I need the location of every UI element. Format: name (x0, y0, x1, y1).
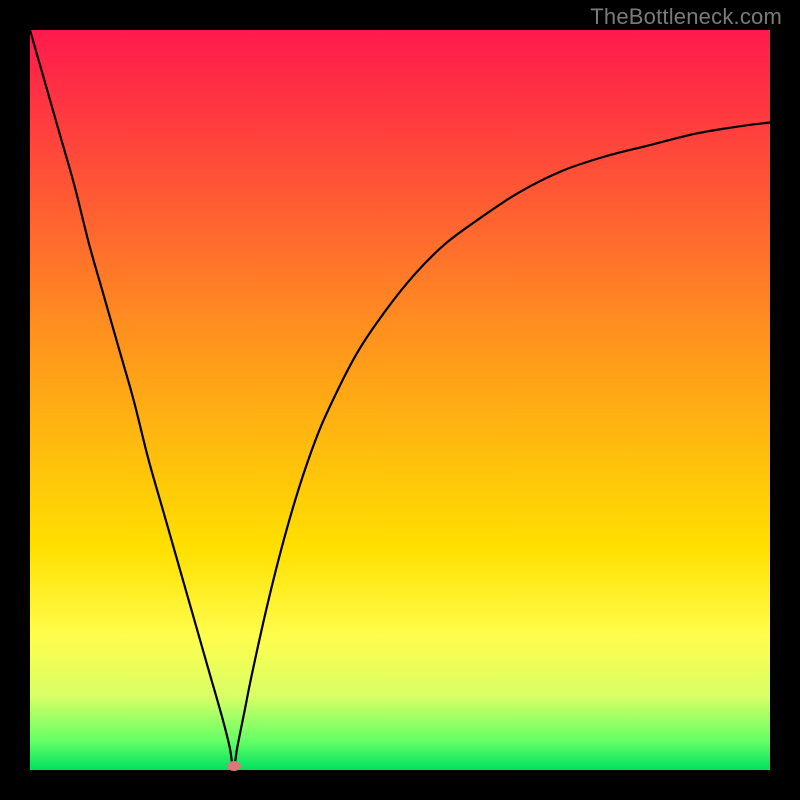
minimum-marker (227, 761, 241, 771)
watermark-text: TheBottleneck.com (590, 4, 782, 30)
plot-area (30, 30, 770, 770)
bottleneck-curve (30, 30, 770, 770)
chart-frame: TheBottleneck.com (0, 0, 800, 800)
